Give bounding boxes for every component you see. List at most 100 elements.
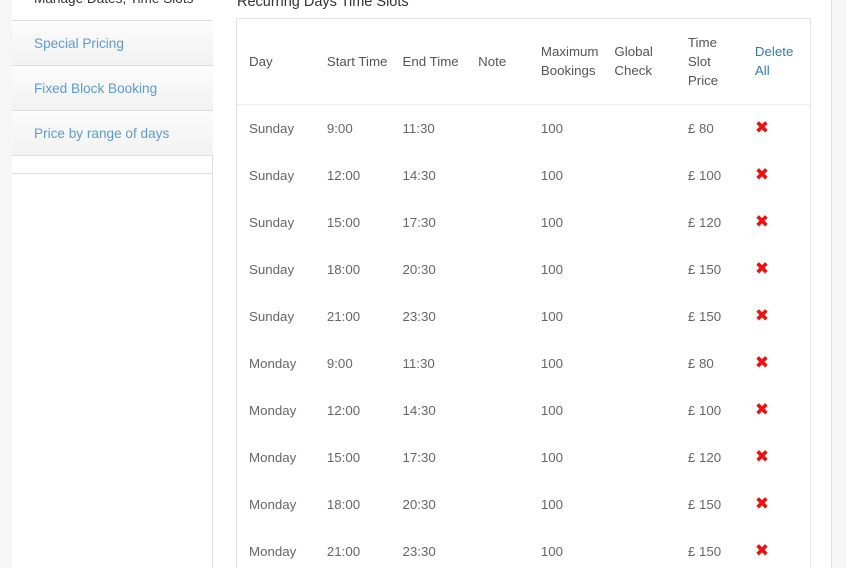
delete-row-icon[interactable]: ✖	[755, 434, 769, 481]
table-row: Monday 12:00 14:30 100 £ 100 ✖	[237, 387, 810, 434]
cell-time-slot-price: £ 100	[687, 167, 722, 183]
sidebar-item-label: Manage Dates, Time Slots	[34, 0, 193, 6]
cell-end-time: 11:30	[402, 355, 435, 371]
cell-global-check	[602, 528, 676, 568]
cell-day: Sunday	[249, 261, 295, 277]
cell-start-time: 12:00	[326, 167, 361, 183]
delete-row-icon[interactable]: ✖	[755, 105, 769, 152]
cell-time-slot-price: £ 150	[687, 308, 722, 324]
table-row: Monday 15:00 17:30 100 £ 120 ✖	[237, 434, 810, 481]
sidebar-item-fixed-block-booking[interactable]: Fixed Block Booking	[12, 66, 213, 111]
cell-time-slot-price: £ 120	[687, 214, 722, 230]
cell-maximum-bookings: 100	[540, 167, 564, 183]
cell-global-check	[602, 104, 676, 152]
cell-delete: ✖	[743, 293, 810, 340]
cell-delete: ✖	[743, 104, 810, 152]
cell-note	[466, 246, 529, 293]
cell-maximum-bookings: 100	[540, 355, 564, 371]
cell-end-time: 14:30	[402, 402, 436, 418]
sidebar-panel-filler	[12, 174, 213, 568]
delete-row-icon[interactable]: ✖	[755, 152, 769, 199]
sidebar-list-group: Manage Dates, Time Slots Special Pricing F…	[12, 0, 213, 156]
cell-time-slot-price: £ 80	[687, 355, 714, 371]
cell-maximum-bookings: 100	[540, 449, 564, 465]
cell-delete: ✖	[743, 528, 810, 568]
cell-end-time: 14:30	[402, 167, 436, 183]
table-body: Sunday 9:00 11:30 100 £ 80 ✖ Sunday 12:00 14:30 1…	[237, 104, 810, 568]
cell-maximum-bookings: 100	[540, 261, 564, 277]
sidebar-item-label: Special Pricing	[34, 36, 124, 51]
screenshot-root: Manage Dates, Time Slots Special Pricing F…	[0, 0, 846, 568]
cell-note	[466, 104, 529, 152]
column-header-end-time: End Time	[390, 19, 467, 105]
delete-row-icon[interactable]: ✖	[755, 528, 769, 568]
column-header-day: Day	[237, 19, 315, 105]
cell-end-time: 17:30	[402, 449, 436, 465]
cell-day: Monday	[249, 355, 297, 371]
cell-global-check	[602, 434, 676, 481]
table-row: Sunday 15:00 17:30 100 £ 120 ✖	[237, 199, 810, 246]
cell-note	[466, 152, 529, 199]
cell-maximum-bookings: 100	[540, 120, 564, 136]
cell-day: Monday	[249, 402, 297, 418]
table-header-row: Day Start Time End Time Note Maximum Boo…	[237, 19, 810, 105]
cell-end-time: 23:30	[402, 543, 436, 559]
cell-start-time: 15:00	[326, 214, 361, 230]
cell-start-time: 18:00	[326, 261, 361, 277]
cell-maximum-bookings: 100	[540, 496, 564, 512]
cell-maximum-bookings: 100	[540, 214, 564, 230]
cell-day: Sunday	[249, 120, 295, 136]
column-header-delete-all: Delete All	[742, 19, 810, 105]
cell-time-slot-price: £ 80	[687, 120, 714, 136]
cell-maximum-bookings: 100	[540, 402, 564, 418]
sidebar-item-manage-dates-time-slots[interactable]: Manage Dates, Time Slots	[12, 0, 213, 21]
table-head: Day Start Time End Time Note Maximum Boo…	[237, 19, 810, 105]
cell-delete: ✖	[743, 434, 810, 481]
cell-day: Sunday	[249, 167, 295, 183]
delete-row-icon[interactable]: ✖	[755, 340, 769, 387]
cell-global-check	[602, 481, 676, 528]
delete-row-icon[interactable]: ✖	[755, 199, 769, 246]
delete-row-icon[interactable]: ✖	[755, 481, 769, 528]
cell-global-check	[602, 340, 676, 387]
cell-end-time: 17:30	[402, 214, 436, 230]
sidebar-item-label: Price by range of days	[34, 126, 170, 141]
cell-end-time: 23:30	[402, 308, 436, 324]
cell-delete: ✖	[743, 481, 810, 528]
cell-time-slot-price: £ 100	[687, 402, 722, 418]
cell-time-slot-price: £ 150	[687, 543, 722, 559]
sidebar-item-special-pricing[interactable]: Special Pricing	[12, 21, 213, 66]
cell-note	[466, 528, 529, 568]
cell-start-time: 9:00	[326, 120, 353, 136]
delete-row-icon[interactable]: ✖	[755, 387, 769, 434]
recurring-days-time-slots-table: Day Start Time End Time Note Maximum Boo…	[237, 19, 810, 568]
delete-row-icon[interactable]: ✖	[755, 246, 769, 293]
cell-start-time: 21:00	[326, 543, 361, 559]
table-row: Sunday 12:00 14:30 100 £ 100 ✖	[237, 152, 810, 199]
cell-start-time: 9:00	[326, 355, 353, 371]
cell-note	[466, 293, 529, 340]
cell-global-check	[602, 152, 676, 199]
table-row: Sunday 18:00 20:30 100 £ 150 ✖	[237, 246, 810, 293]
cell-note	[466, 199, 529, 246]
delete-row-icon[interactable]: ✖	[755, 293, 769, 340]
sidebar-panel: Manage Dates, Time Slots Special Pricing F…	[12, 0, 213, 174]
cell-note	[466, 387, 529, 434]
cell-global-check	[602, 199, 676, 246]
cell-note	[466, 481, 529, 528]
column-header-maximum-bookings: Maximum Bookings	[528, 19, 603, 105]
column-header-global-check: Global Check	[602, 19, 676, 105]
cell-time-slot-price: £ 150	[687, 496, 722, 512]
column-header-time-slot-price: Time Slot Price	[675, 19, 743, 105]
table-row: Sunday 21:00 23:30 100 £ 150 ✖	[237, 293, 810, 340]
cell-day: Monday	[249, 543, 297, 559]
cell-maximum-bookings: 100	[540, 543, 564, 559]
cell-global-check	[602, 246, 676, 293]
sidebar-item-price-by-range-of-days[interactable]: Price by range of days	[12, 111, 213, 156]
time-slots-table-wrapper: Day Start Time End Time Note Maximum Boo…	[236, 18, 811, 568]
delete-all-link[interactable]: Delete All	[755, 44, 793, 78]
cell-global-check	[602, 293, 676, 340]
cell-day: Monday	[249, 449, 297, 465]
table-row: Sunday 9:00 11:30 100 £ 80 ✖	[237, 104, 810, 152]
cell-delete: ✖	[743, 152, 810, 199]
